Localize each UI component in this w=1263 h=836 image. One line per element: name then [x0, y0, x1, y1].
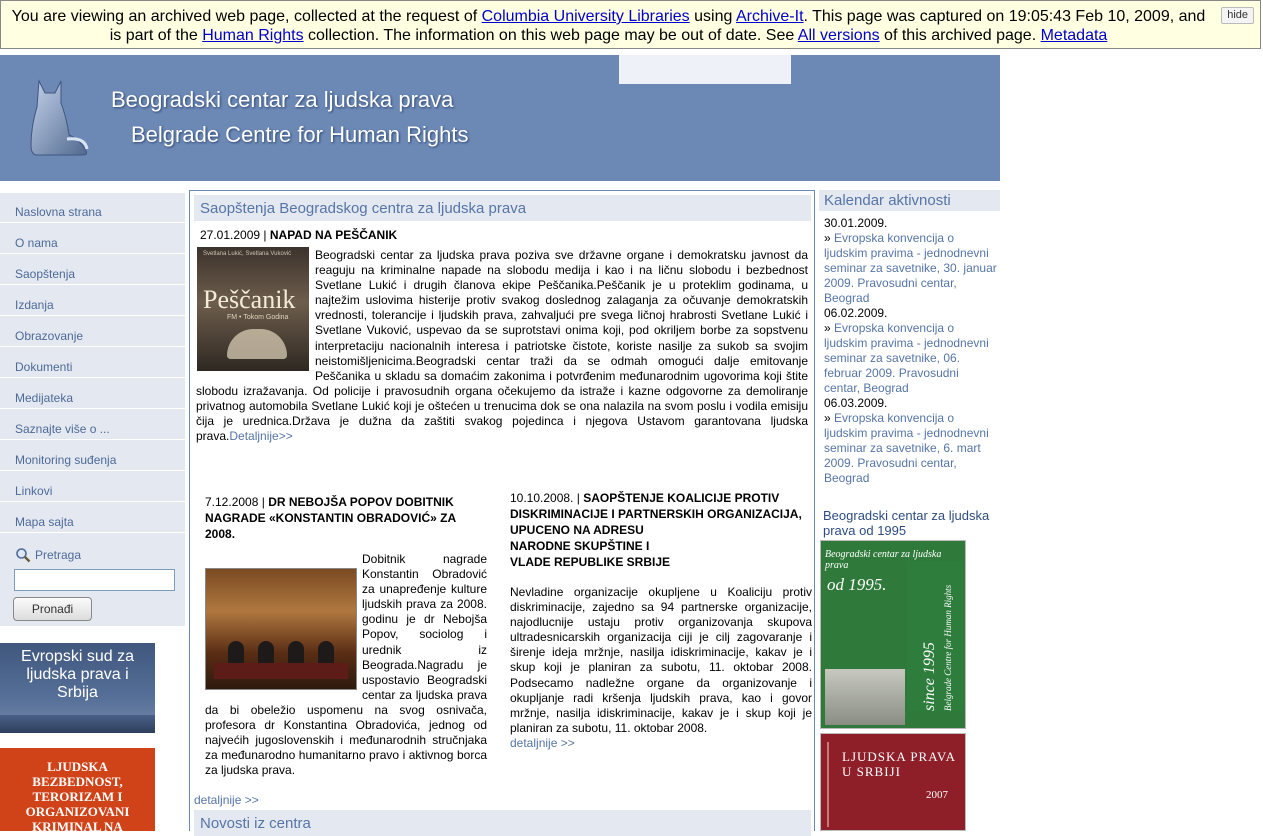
nav-item-links[interactable]: Linkovi: [0, 472, 185, 502]
poster-title: Peščanik: [203, 285, 296, 314]
archive-it-link[interactable]: Archive-It: [736, 8, 804, 25]
pescanik-poster-image[interactable]: Svetlana Lukić, Svetlana Vuković Peščani…: [197, 247, 309, 371]
news1-date: 7.12.2008: [205, 495, 259, 509]
bullet-arrow-icon: »: [824, 231, 831, 245]
news2-more-link[interactable]: detaljnije >>: [510, 736, 575, 750]
site-title-english: Belgrade Centre for Human Rights: [131, 122, 469, 147]
book2-title: LJUDSKA PRAVA U SRBIJI: [842, 749, 956, 779]
bullet-arrow-icon: »: [824, 321, 831, 335]
news2-body: Nevladine organizacije okupljene u Koali…: [510, 585, 812, 735]
metadata-link[interactable]: Metadata: [1041, 27, 1108, 44]
nav-item-documents[interactable]: Dokumenti: [0, 348, 185, 378]
centre-news-section-title: Novosti iz centra: [194, 810, 811, 836]
nav-item-about[interactable]: O nama: [0, 224, 185, 254]
calendar-entry-link[interactable]: Evropska konvencija o ljudskim pravima -…: [824, 321, 989, 395]
statements-section-title: Saopštenja Beogradskog centra za ljudska…: [194, 195, 811, 221]
nav-item-education[interactable]: Obrazovanje: [0, 317, 185, 347]
archive-banner: You are viewing an archived web page, co…: [0, 0, 1261, 49]
book1-year-text: od 1995.: [827, 575, 887, 594]
nav-item-learn-more[interactable]: Saznajte više o ...: [0, 410, 185, 440]
calendar-date: 30.01.2009.: [824, 216, 888, 230]
nav-item-home[interactable]: Naslovna strana: [0, 193, 185, 223]
search-icon: [16, 548, 31, 563]
all-versions-link[interactable]: All versions: [798, 27, 880, 44]
calendar-entry-link[interactable]: Evropska konvencija o ljudskim pravima -…: [824, 231, 997, 305]
european-court-banner-text: Evropski sud za ljudska prava i Srbija: [21, 648, 134, 701]
nav-item-media-library[interactable]: Medijateka: [0, 379, 185, 409]
nav-item-statements[interactable]: Saopštenja: [0, 255, 185, 285]
lead-article-title[interactable]: NAPAD NA PEŠČANIK: [270, 228, 397, 242]
book1-vertical-text: since 1995: [921, 642, 938, 711]
nav-item-publications[interactable]: Izdanja: [0, 286, 185, 316]
banner-text-5: of this archived page.: [879, 27, 1041, 44]
news-item-popov: 7.12.2008 | DR NEBOJŠA POPOV DOBITNIK NA…: [205, 494, 487, 778]
book1-top-text: Beogradski centar za ljudska prava: [825, 549, 942, 571]
award-ceremony-photo[interactable]: [205, 568, 357, 690]
collection-link[interactable]: Human Rights: [202, 27, 303, 44]
header-tab: [619, 55, 791, 84]
human-security-banner-text: LJUDSKA BEZBEDNOST, TERORIZAM I ORGANIZO…: [25, 759, 130, 831]
search-button[interactable]: Pronađi: [13, 597, 92, 621]
news-item-coalition: 10.10.2008. | SAOPŠTENJE KOALICIJE PROTI…: [510, 490, 812, 751]
banner-text-4: collection. The information on this web …: [303, 27, 798, 44]
news1-more-link[interactable]: detaljnije >>: [194, 793, 259, 807]
book-spine-line: [827, 742, 829, 827]
calendar-entry[interactable]: » Evropska konvencija o ljudskim pravima…: [824, 231, 998, 306]
lead-article-separator: |: [260, 228, 270, 242]
nav-item-sitemap[interactable]: Mapa sajta: [0, 503, 185, 533]
skyline-graphic: [0, 715, 155, 733]
news2-separator: |: [573, 491, 584, 505]
search-input[interactable]: [14, 569, 175, 591]
since-1995-book-cover[interactable]: Beogradski centar za ljudska prava od 19…: [820, 540, 966, 729]
banner-text-1: You are viewing an archived web page, co…: [11, 8, 482, 25]
news1-heading: 7.12.2008 | DR NEBOJŠA POPOV DOBITNIK NA…: [205, 494, 487, 542]
hide-banner-button[interactable]: hide: [1221, 7, 1254, 24]
nav-item-trial-monitoring[interactable]: Monitoring suđenja: [0, 441, 185, 471]
main-content: Saopštenja Beogradskog centra za ljudska…: [189, 190, 815, 836]
lead-article-heading: 27.01.2009 | NAPAD NA PEŠČANIK: [200, 228, 397, 242]
calendar-date: 06.02.2009.: [824, 306, 888, 320]
poster-figure: [227, 329, 287, 359]
table-graphic: [214, 663, 348, 679]
left-navigation: Naslovna strana O nama Saopštenja Izdanj…: [0, 193, 185, 626]
calendar-date: 06.03.2009.: [824, 396, 888, 410]
news1-separator: |: [258, 495, 269, 509]
cat-logo-icon[interactable]: [27, 79, 95, 159]
calendar-entry-link[interactable]: Evropska konvencija o ljudskim pravima -…: [824, 411, 989, 485]
european-court-banner[interactable]: Evropski sud za ljudska prava i Srbija: [0, 643, 155, 733]
since-1995-label: Beogradski centar za ljudska prava od 19…: [823, 508, 990, 538]
news2-title-line-3[interactable]: NARODNE SKUPŠTINE I: [510, 539, 649, 553]
site-header: Beogradski centar za ljudska prava Belgr…: [0, 55, 1000, 181]
lead-article-date: 27.01.2009: [200, 228, 261, 242]
news2-date: 10.10.2008.: [510, 491, 574, 505]
bullet-arrow-icon: »: [824, 411, 831, 425]
columbia-link[interactable]: Columbia University Libraries: [482, 8, 690, 25]
building-sign-photo: [825, 669, 905, 725]
banner-text-2: using: [689, 8, 736, 25]
lead-article-more-link[interactable]: Detaljnije>>: [229, 429, 292, 443]
book1-vertical-small-text: Belgrade Centre for Human Rights: [943, 584, 953, 711]
calendar-title: Kalendar aktivnosti: [819, 190, 1000, 211]
human-rights-serbia-book-cover[interactable]: LJUDSKA PRAVA U SRBIJI 2007: [820, 733, 966, 831]
calendar-entry[interactable]: » Evropska konvencija o ljudskim pravima…: [824, 411, 998, 486]
news2-title-line-4[interactable]: VLADE REPUBLIKE SRBIJE: [510, 555, 670, 569]
news2-heading: 10.10.2008. | SAOPŠTENJE KOALICIJE PROTI…: [510, 490, 812, 570]
search-label: Pretraga: [15, 547, 81, 563]
calendar-entry[interactable]: » Evropska konvencija o ljudskim pravima…: [824, 321, 998, 396]
human-security-banner[interactable]: LJUDSKA BEZBEDNOST, TERORIZAM I ORGANIZO…: [0, 748, 155, 831]
site-title-serbian: Beogradski centar za ljudska prava: [111, 87, 454, 112]
search-label-text: Pretraga: [35, 548, 82, 562]
book2-year: 2007: [926, 789, 948, 801]
poster-small-text: Svetlana Lukić, Svetlana Vuković: [203, 251, 292, 257]
poster-subtitle: FM • Tokom Godina: [227, 314, 289, 321]
news2-title-line-2[interactable]: UPUCENO NA ADRESU: [510, 523, 644, 537]
